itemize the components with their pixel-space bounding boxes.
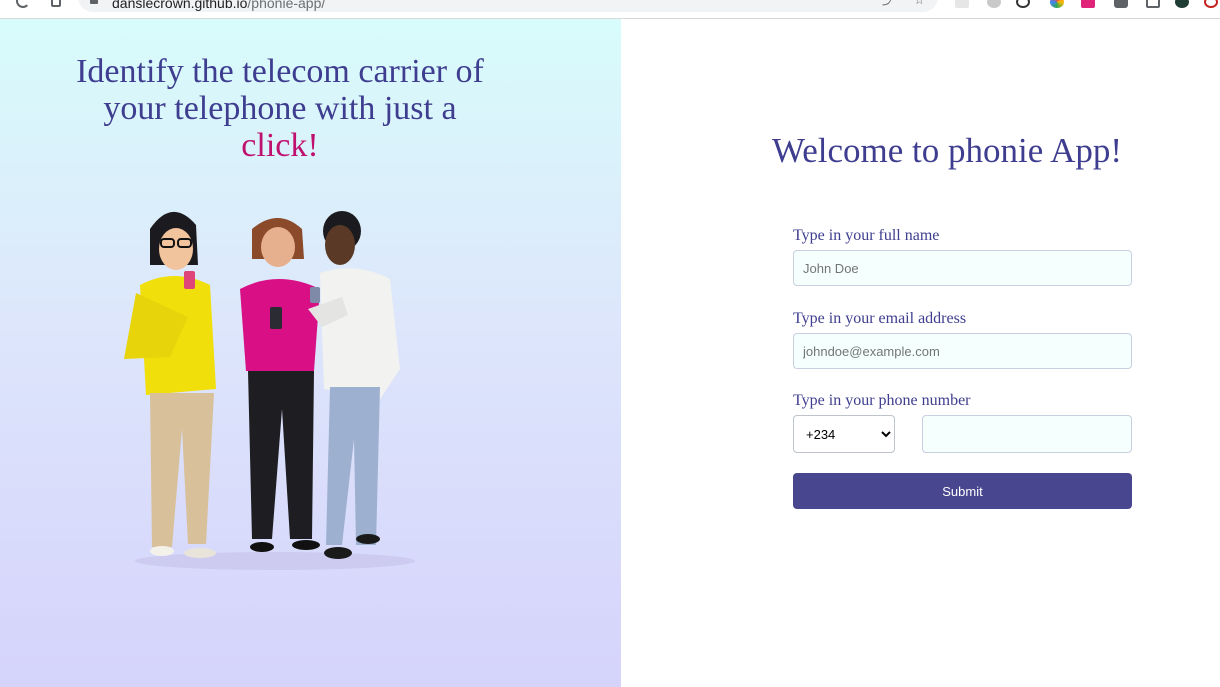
extension-pin-icon[interactable] [987, 0, 1001, 8]
person-yellow-sweater [124, 211, 216, 558]
submit-button[interactable]: Submit [793, 473, 1132, 509]
country-code-select[interactable]: +234 [793, 415, 895, 453]
phone-label: Type in your phone number [793, 392, 971, 409]
page-icon[interactable] [51, 0, 61, 7]
full-name-label: Type in your full name [793, 227, 940, 244]
welcome-heading: Welcome to phonie App! [771, 131, 1123, 170]
profile-avatar[interactable] [1175, 0, 1189, 8]
share-icon[interactable]: ⤴ [882, 0, 894, 6]
person-pink-shirt [240, 218, 320, 552]
url-path: /phonie-app/ [247, 0, 326, 11]
hero-title-accent: click! [241, 127, 319, 164]
hero-title: Identify the telecom carrier of your tel… [60, 53, 500, 164]
hero-panel: Identify the telecom carrier of your tel… [0, 19, 621, 687]
side-panel-icon[interactable] [1146, 0, 1160, 8]
full-name-input[interactable] [793, 250, 1132, 286]
email-label: Type in your email address [793, 310, 967, 327]
url-host: danslecrown.github.io [112, 0, 248, 11]
hero-title-main: Identify the telecom carrier of your tel… [76, 53, 484, 127]
reload-icon[interactable] [16, 0, 30, 8]
three-people-with-phones-illustration [124, 211, 415, 570]
phone-number-input[interactable] [922, 415, 1132, 453]
update-icon[interactable] [1204, 0, 1218, 8]
extension-bolt-icon[interactable] [1081, 0, 1095, 8]
person-white-shirt [308, 211, 400, 559]
extension-mail-icon[interactable] [955, 0, 969, 8]
extension-color-icon[interactable] [1050, 0, 1064, 8]
email-input[interactable] [793, 333, 1132, 369]
signup-form-panel: Welcome to phonie App! Type in your full… [621, 19, 1220, 687]
lock-icon [90, 0, 98, 4]
address-bar[interactable]: danslecrown.github.io/phonie-app/ ⤴ ☆ [78, 0, 938, 12]
browser-toolbar: danslecrown.github.io/phonie-app/ ⤴ ☆ [0, 0, 1220, 19]
extension-j-icon[interactable] [1016, 0, 1030, 8]
bookmark-star-icon[interactable]: ☆ [914, 0, 926, 6]
url-text: danslecrown.github.io/phonie-app/ [112, 0, 325, 11]
extensions-puzzle-icon[interactable] [1114, 0, 1128, 8]
